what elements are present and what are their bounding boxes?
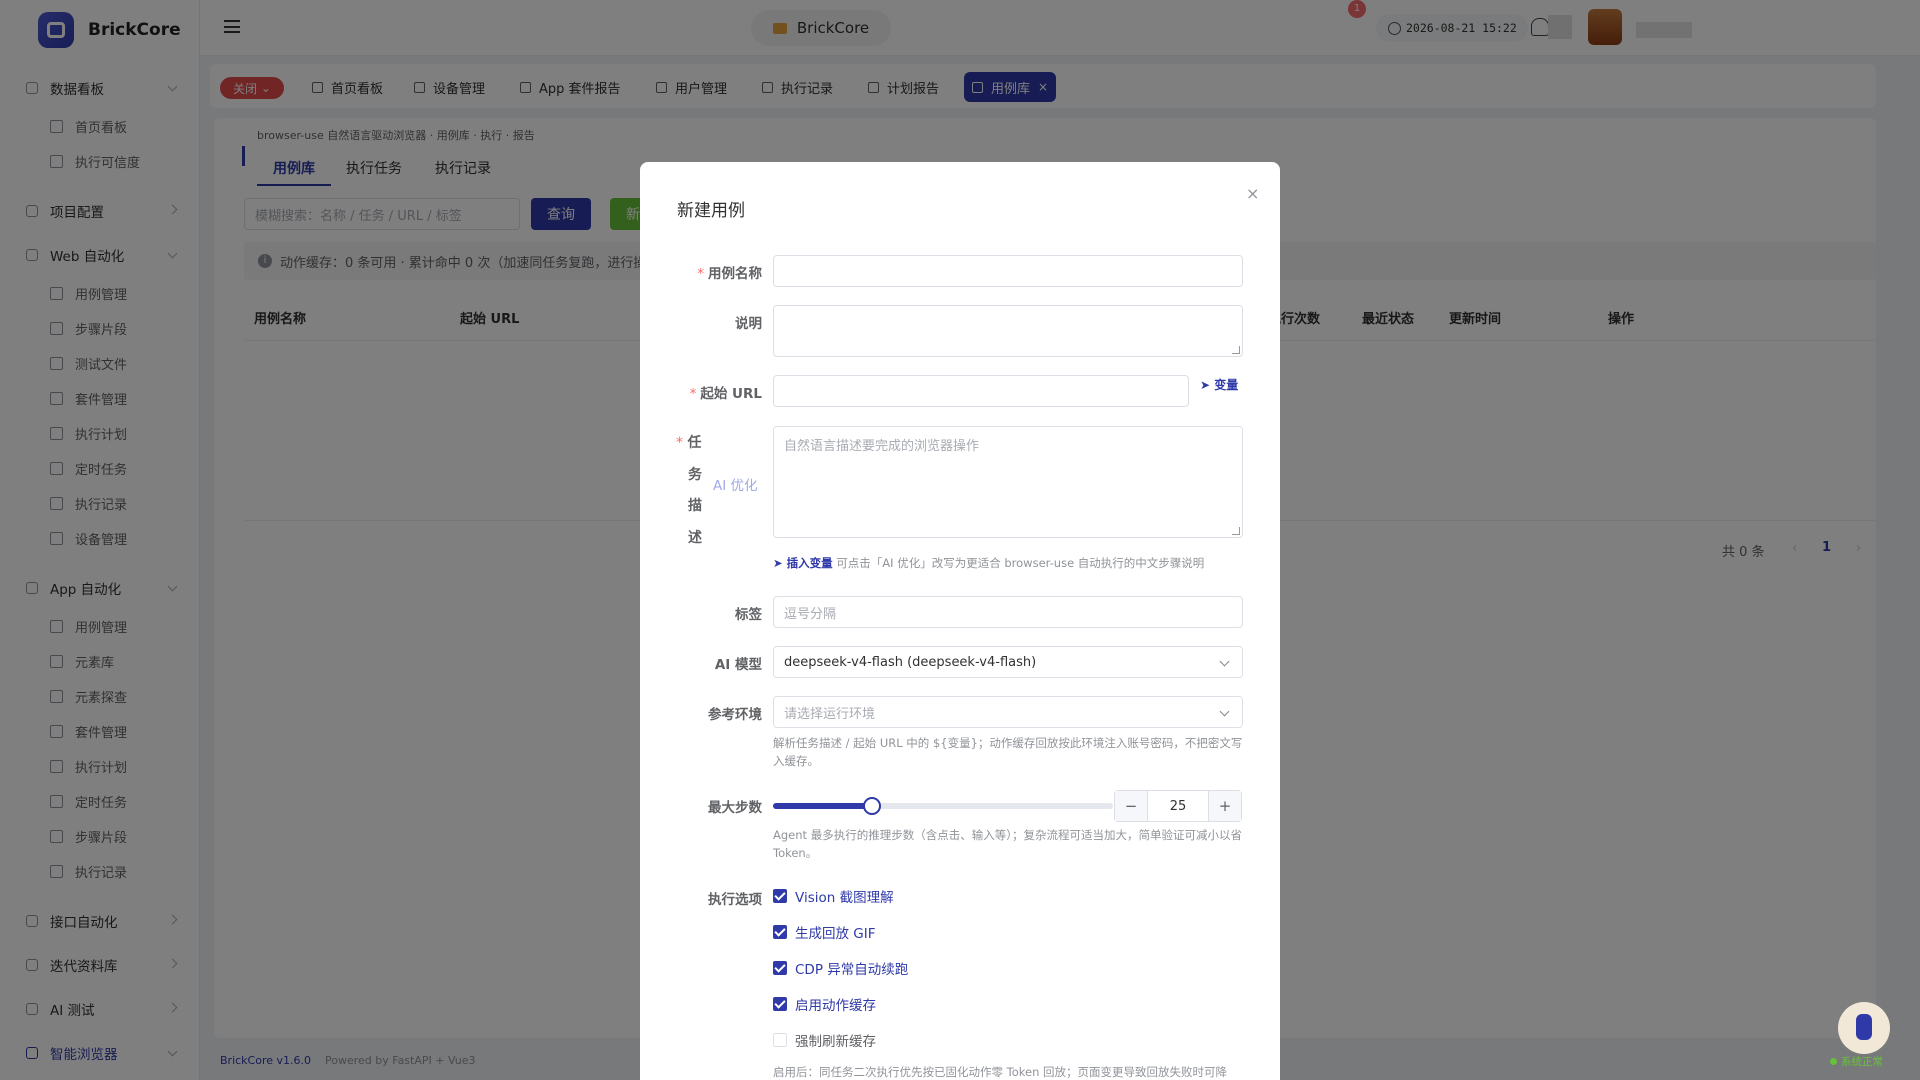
system-status: 系统正常 <box>1830 1054 1883 1069</box>
env-hint: 解析任务描述 / 起始 URL 中的 ${变量}；动作缓存回放按此环境注入账号密… <box>773 736 1243 768</box>
ai-optimize-button[interactable]: AI 优化 <box>713 474 758 494</box>
tags-label: 标签 <box>735 607 762 623</box>
checkbox-icon <box>773 925 787 939</box>
task-label-char: 描 <box>688 498 702 514</box>
cache-hint: 启用后：同任务二次执行优先按已固化动作零 Token 回放；页面变更导致回放失败… <box>773 1065 1228 1079</box>
insert-variable-button[interactable]: ➤ 插入变量 <box>773 556 833 570</box>
steps-value[interactable]: 25 <box>1147 791 1209 821</box>
task-description-textarea[interactable]: 自然语言描述要完成的浏览器操作 <box>773 426 1243 538</box>
task-hint: ➤ 插入变量 可点击「AI 优化」改写为更适合 browser-use 自动执行… <box>773 556 1205 570</box>
url-variable-button[interactable]: ➤ 变量 <box>1200 376 1238 393</box>
slider-fill <box>773 803 872 809</box>
decrement-button[interactable]: − <box>1115 791 1147 821</box>
checkbox-icon <box>773 889 787 903</box>
task-label-char: 务 <box>688 467 702 483</box>
ai-model-label: AI 模型 <box>714 657 762 673</box>
env-label: 参考环境 <box>708 707 762 723</box>
chevron-down-icon <box>1219 706 1230 717</box>
option-gif-checkbox[interactable]: 生成回放 GIF <box>773 922 876 942</box>
new-case-dialog: 新建用例 × * 用例名称 说明 * 起始 URL ➤ 变量 * 任 务 描 述 A… <box>640 162 1280 1080</box>
option-vision-checkbox[interactable]: Vision 截图理解 <box>773 886 894 906</box>
env-select[interactable]: 请选择运行环境 <box>773 696 1243 728</box>
start-url-input[interactable] <box>773 375 1189 407</box>
slider-thumb[interactable] <box>862 797 881 815</box>
option-action-cache-checkbox[interactable]: 启用动作缓存 <box>773 994 876 1014</box>
case-name-label: * 用例名称 <box>697 266 762 282</box>
max-steps-stepper: − 25 + <box>1114 790 1242 822</box>
increment-button[interactable]: + <box>1209 791 1241 821</box>
tags-input[interactable]: 逗号分隔 <box>773 596 1243 628</box>
resize-handle-icon[interactable] <box>1232 527 1240 535</box>
close-icon[interactable]: × <box>1246 184 1259 203</box>
case-name-input[interactable] <box>773 255 1243 287</box>
option-cdp-checkbox[interactable]: CDP 异常自动续跑 <box>773 958 908 978</box>
dialog-title: 新建用例 <box>677 201 745 221</box>
task-label-required: * 任 <box>676 435 702 451</box>
steps-hint: Agent 最多执行的推理步数（含点击、输入等）；复杂流程可适当加大，简单验证可… <box>773 828 1242 860</box>
chevron-down-icon <box>1219 656 1230 667</box>
max-steps-slider[interactable] <box>773 797 1113 815</box>
start-url-label: * 起始 URL <box>689 386 762 402</box>
checkbox-icon <box>773 997 787 1011</box>
assistant-mascot-icon[interactable] <box>1838 1002 1890 1054</box>
max-steps-label: 最大步数 <box>708 800 762 816</box>
description-label: 说明 <box>735 316 762 332</box>
option-force-refresh-checkbox[interactable]: 强制刷新缓存 <box>773 1030 876 1050</box>
options-label: 执行选项 <box>708 892 762 908</box>
resize-handle-icon[interactable] <box>1232 346 1240 354</box>
ai-model-select[interactable]: deepseek-v4-flash (deepseek-v4-flash) <box>773 646 1243 678</box>
task-label-char: 述 <box>688 530 702 546</box>
description-textarea[interactable] <box>773 305 1243 357</box>
checkbox-icon <box>773 1033 787 1047</box>
checkbox-icon <box>773 961 787 975</box>
